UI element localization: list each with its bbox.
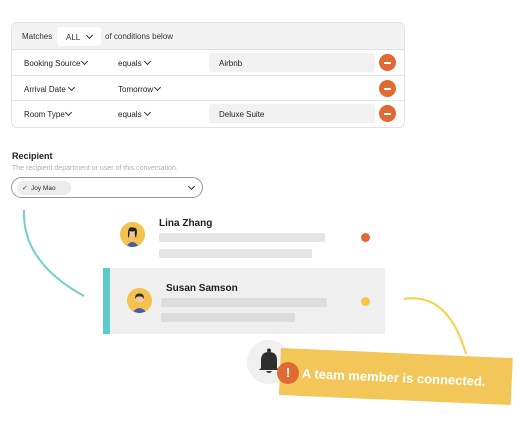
condition-row: Arrival Date Tomorrow xyxy=(12,75,404,100)
match-mode-select[interactable]: ALL xyxy=(57,27,101,46)
remove-condition-button[interactable] xyxy=(379,105,396,122)
yellow-connector-curve xyxy=(403,297,467,355)
chip-label: Joy Mao xyxy=(31,184,56,192)
conditions-panel: Matches ALL of conditions below Booking … xyxy=(11,22,405,128)
avatar xyxy=(120,222,145,247)
condition-row: Booking Source equals Airbnb xyxy=(12,50,404,75)
conditions-suffix-label: of conditions below xyxy=(105,32,174,41)
condition-value-input[interactable]: Airbnb xyxy=(209,53,375,72)
remove-condition-button[interactable] xyxy=(379,54,396,71)
status-dot xyxy=(361,233,370,242)
condition-row: Room Type equals Deluxe Suite xyxy=(12,100,404,127)
condition-operator-select[interactable]: Tomorrow xyxy=(118,85,153,94)
recipient-select[interactable]: ✓ Joy Mao xyxy=(11,177,203,198)
chevron-down-icon[interactable] xyxy=(64,108,73,117)
placeholder-line xyxy=(161,298,327,307)
placeholder-line xyxy=(159,249,312,258)
selection-accent-bar xyxy=(103,268,110,334)
matches-label: Matches xyxy=(22,32,53,41)
placeholder-line xyxy=(161,313,295,322)
member-name: Susan Samson xyxy=(166,283,238,294)
check-icon: ✓ xyxy=(22,185,28,192)
chevron-down-icon[interactable] xyxy=(187,182,196,191)
member-card-selected[interactable]: Susan Samson xyxy=(103,268,385,334)
condition-operator-select[interactable]: equals xyxy=(118,110,142,119)
teal-connector-curve xyxy=(22,209,85,297)
condition-value-text: Airbnb xyxy=(219,59,243,68)
placeholder-line xyxy=(159,233,325,242)
selected-recipient-chip[interactable]: ✓ Joy Mao xyxy=(17,181,71,195)
chevron-down-icon[interactable] xyxy=(143,57,152,66)
status-dot xyxy=(361,297,370,306)
chevron-down-icon[interactable] xyxy=(80,57,89,66)
avatar xyxy=(127,288,152,313)
remove-condition-button[interactable] xyxy=(379,80,396,97)
condition-operator-select[interactable]: equals xyxy=(118,59,142,68)
condition-value-input[interactable]: Deluxe Suite xyxy=(209,104,375,123)
condition-value-text: Deluxe Suite xyxy=(219,110,265,119)
notification-banner: A team member is connected. xyxy=(278,348,513,406)
member-name: Lina Zhang xyxy=(159,218,213,229)
person-avatar-icon xyxy=(120,222,145,247)
chevron-down-icon[interactable] xyxy=(153,83,162,92)
notification-message: A team member is connected. xyxy=(301,365,486,389)
alert-icon: ! xyxy=(277,362,299,384)
recipient-subtitle: The recipient department or user of this… xyxy=(12,165,178,172)
chevron-down-icon[interactable] xyxy=(67,83,76,92)
chevron-down-icon xyxy=(85,31,94,40)
chevron-down-icon[interactable] xyxy=(143,108,152,117)
recipient-title: Recipient xyxy=(12,151,53,161)
conditions-header: Matches ALL of conditions below xyxy=(12,23,404,50)
condition-field-select[interactable]: Room Type xyxy=(24,110,65,119)
condition-field-select[interactable]: Arrival Date xyxy=(24,85,66,94)
person-avatar-icon xyxy=(127,288,152,313)
match-mode-value: ALL xyxy=(66,33,81,42)
condition-field-select[interactable]: Booking Source xyxy=(24,59,80,68)
